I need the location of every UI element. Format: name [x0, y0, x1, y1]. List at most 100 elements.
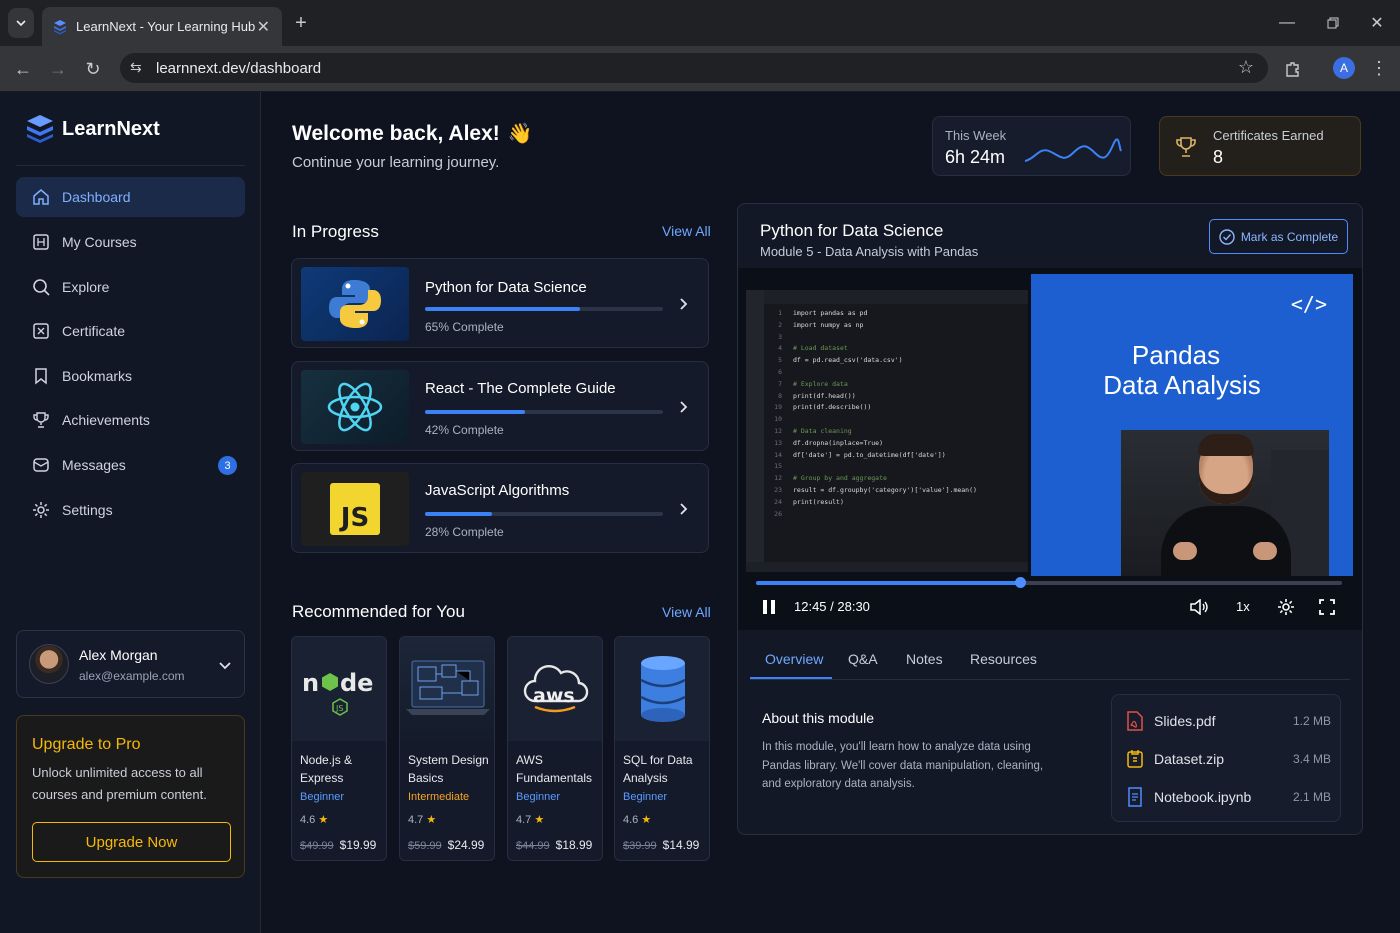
chevron-right-icon[interactable] [678, 502, 690, 516]
chevron-down-icon[interactable] [218, 658, 232, 672]
tab-overview[interactable]: Overview [765, 651, 823, 667]
pause-button[interactable] [762, 600, 776, 614]
seek-bar[interactable] [756, 577, 1342, 588]
reload-button[interactable]: ↻ [80, 56, 106, 82]
extensions-icon[interactable] [1282, 58, 1304, 80]
player-module-title: Module 5 - Data Analysis with Pandas [760, 244, 979, 259]
notebook-file-icon [1128, 787, 1142, 807]
url-field[interactable]: ⇆ learnnext.dev/dashboard ☆ [120, 53, 1268, 83]
course-card-python[interactable]: Python for Data Science 65% Complete [291, 258, 709, 348]
course-title: React - The Complete Guide [425, 380, 616, 397]
slide-panel: </> Pandas Data Analysis [1031, 274, 1353, 576]
learnnext-favicon-icon [54, 19, 66, 34]
volume-icon [1190, 598, 1208, 616]
recommended-card-aws[interactable]: aws AWS Fundamentals Beginner 4.7 ★ $44.… [507, 636, 603, 861]
price: $19.99 [339, 838, 377, 852]
sidebar-item-settings[interactable]: Settings [16, 490, 245, 530]
trophy-icon [1176, 137, 1196, 157]
sql-thumbnail [615, 637, 709, 741]
new-tab-button[interactable]: + [290, 12, 312, 34]
system-design-thumbnail [400, 637, 494, 741]
sidebar-item-messages[interactable]: Messages 3 [16, 445, 245, 485]
bookmark-star-icon[interactable]: ☆ [1238, 57, 1254, 78]
code-line-number: 3 [778, 332, 782, 341]
pause-icon [763, 600, 775, 614]
code-line: # Load dataset [793, 344, 848, 353]
video-settings-button[interactable] [1277, 598, 1295, 621]
sidebar-item-bookmarks[interactable]: Bookmarks [16, 356, 245, 396]
fullscreen-button[interactable] [1319, 599, 1335, 620]
editor-status-bar [746, 562, 1028, 572]
back-button[interactable]: ← [10, 56, 36, 82]
sidebar-item-explore[interactable]: Explore [16, 267, 245, 307]
resource-dataset[interactable]: Dataset.zip 3.4 MB [1126, 744, 1331, 774]
browser-tab[interactable]: LearnNext - Your Learning Hub ✕ [42, 7, 282, 46]
sidebar-item-label: Explore [62, 279, 110, 295]
upgrade-card: Upgrade to Pro Unlock unlimited access t… [16, 715, 245, 878]
sidebar-item-dashboard[interactable]: Dashboard [16, 177, 245, 217]
sidebar-item-my-courses[interactable]: My Courses [16, 222, 245, 262]
site-settings-icon[interactable]: ⇆ [130, 59, 142, 76]
code-line: # Data cleaning [793, 426, 852, 435]
course-card-javascript[interactable]: JS JavaScript Algorithms 28% Complete [291, 463, 709, 553]
instructor-hand-left [1173, 542, 1197, 560]
waving-hand-icon: 👋 [507, 123, 533, 145]
sidebar-item-label: Dashboard [62, 189, 131, 205]
code-line: df.dropna(inplace=True) [793, 438, 884, 447]
seek-bar-fill [756, 581, 1020, 585]
rating-value: 4.7 [516, 814, 532, 826]
course-level: Beginner [623, 791, 668, 803]
recommended-card-system-design[interactable]: System Design Basics Intermediate 4.7 ★ … [399, 636, 495, 861]
browser-menu-icon[interactable]: ⋮ [1368, 57, 1390, 79]
close-tab-icon[interactable]: ✕ [257, 17, 270, 37]
progress-bar-fill [425, 410, 525, 414]
restore-button[interactable] [1322, 12, 1344, 34]
in-progress-view-all-link[interactable]: View All [662, 223, 711, 239]
cert-label: Certificates Earned [1213, 128, 1324, 143]
mark-complete-button[interactable]: Mark as Complete [1209, 219, 1348, 254]
aws-thumbnail: aws [508, 637, 602, 741]
sidebar-item-certificate[interactable]: Certificate [16, 311, 245, 351]
code-line: import pandas as pd [793, 309, 868, 317]
video-frame[interactable]: 1 2 3 4 5 6 7 8 19 10 12 13 14 15 12 23 24 26 import pand… [738, 268, 1362, 630]
restore-icon [1327, 17, 1339, 29]
course-card-react[interactable]: React - The Complete Guide 42% Complete [291, 361, 709, 451]
tab-list-button[interactable] [8, 8, 34, 38]
resource-slides[interactable]: Slides.pdf 1.2 MB [1126, 706, 1331, 736]
upgrade-now-button[interactable]: Upgrade Now [32, 822, 231, 862]
seek-handle[interactable] [1014, 577, 1026, 588]
tab-resources[interactable]: Resources [970, 651, 1037, 667]
chevron-right-icon[interactable] [678, 297, 690, 311]
sidebar-item-achievements[interactable]: Achievements [16, 400, 245, 440]
forward-button[interactable]: → [45, 56, 71, 82]
course-title: Node.js & Express [300, 753, 353, 785]
profile-avatar[interactable]: A [1333, 57, 1355, 79]
resource-notebook[interactable]: Notebook.ipynb 2.1 MB [1126, 782, 1331, 812]
tab-notes[interactable]: Notes [906, 651, 943, 667]
recommended-view-all-link[interactable]: View All [662, 604, 711, 620]
react-logo-icon [327, 382, 383, 432]
editor-activity-bar [746, 290, 764, 572]
volume-button[interactable] [1190, 598, 1208, 620]
code-gutter: 1 2 3 4 5 6 7 8 19 10 12 13 14 15 12 23 24 26 [766, 308, 782, 520]
learnnext-logo-icon [27, 115, 53, 143]
code-brackets-icon: </> [1290, 292, 1327, 316]
instructor-hand-right [1253, 542, 1277, 560]
playback-speed-button[interactable]: 1x [1236, 599, 1250, 614]
recommended-card-node[interactable]: n de JS Node.js & Express Beginner 4.6 ★… [291, 636, 387, 861]
minimize-button[interactable]: — [1276, 12, 1298, 34]
close-window-button[interactable]: ✕ [1366, 12, 1388, 34]
recommended-card-sql[interactable]: SQL for Data Analysis Beginner 4.6 ★ $39… [614, 636, 710, 861]
code-line-number: 19 [774, 403, 782, 412]
code-line-number: 24 [774, 497, 782, 506]
sidebar-item-label: Bookmarks [62, 368, 133, 384]
tab-qa[interactable]: Q&A [848, 651, 878, 667]
course-rating: 4.7 ★ [408, 813, 436, 826]
chevron-right-icon[interactable] [678, 400, 690, 414]
course-price: $39.99 $14.99 [623, 838, 699, 852]
user-profile-card[interactable]: Alex Morgan alex@example.com [16, 630, 245, 698]
rating-value: 4.6 [623, 814, 639, 826]
brand-logo[interactable]: LearnNext [26, 114, 160, 144]
